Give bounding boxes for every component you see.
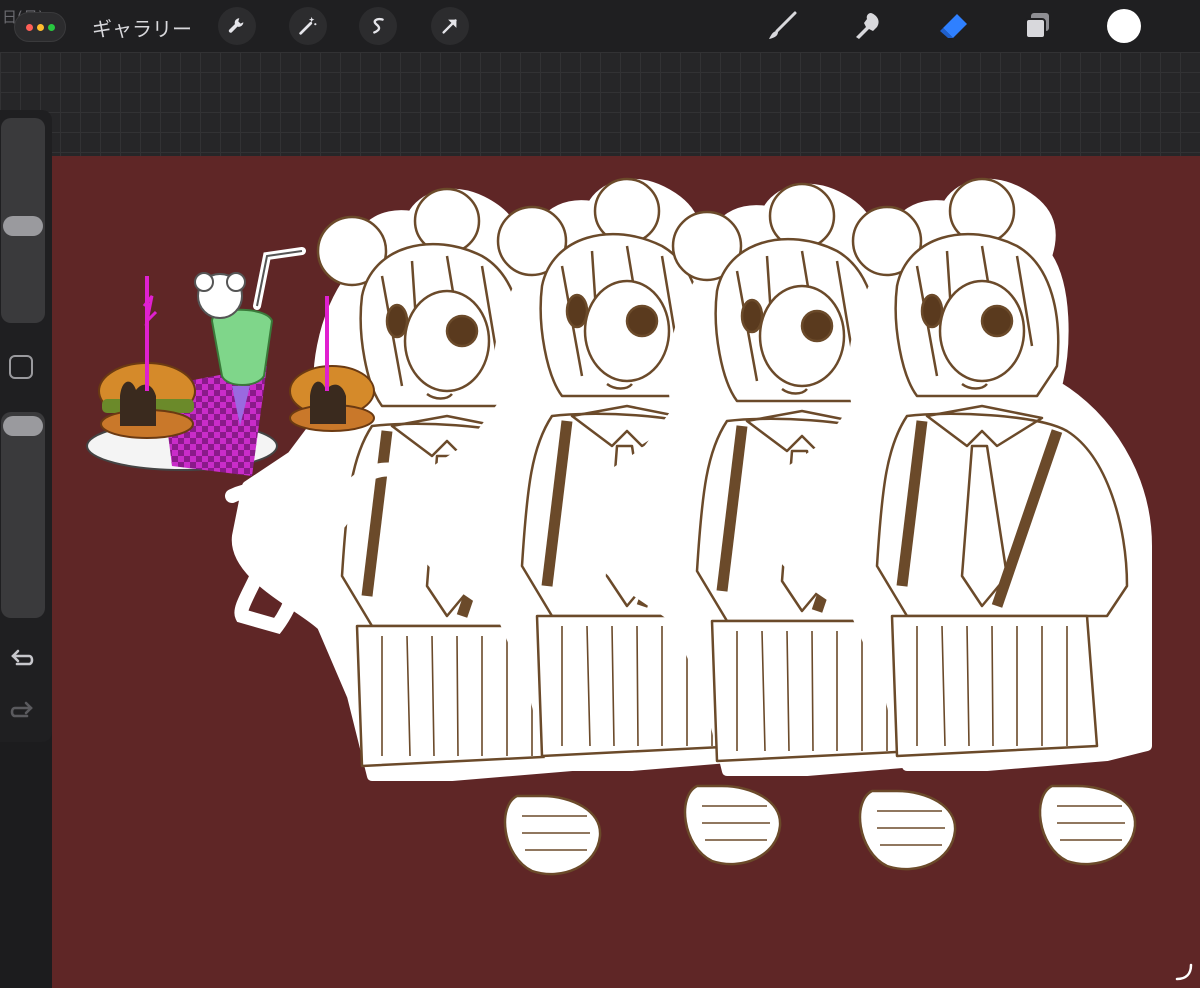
- dot: [47, 23, 55, 31]
- redo-icon: [9, 700, 35, 722]
- eraser-icon: [937, 9, 971, 43]
- selection-icon: [367, 15, 389, 37]
- opacity-slider[interactable]: [1, 412, 45, 618]
- smudge-button[interactable]: [850, 8, 886, 44]
- brush-button[interactable]: [764, 8, 800, 44]
- move-arrow-icon: [439, 15, 461, 37]
- transform-button[interactable]: [431, 7, 469, 45]
- redo-button[interactable]: [8, 699, 36, 723]
- brush-size-thumb[interactable]: [3, 216, 43, 236]
- modify-button[interactable]: [9, 355, 33, 379]
- wrench-icon: [226, 15, 248, 37]
- brush-icon: [765, 9, 799, 43]
- workspace-background: [0, 52, 1200, 156]
- magic-wand-icon: [297, 15, 319, 37]
- dot: [36, 23, 44, 31]
- undo-icon: [9, 648, 35, 670]
- eraser-button[interactable]: [936, 8, 972, 44]
- more-options-button[interactable]: [14, 12, 66, 42]
- layers-icon: [1021, 9, 1055, 43]
- brush-size-slider[interactable]: [1, 118, 45, 323]
- layers-button[interactable]: [1020, 8, 1056, 44]
- color-picker-button[interactable]: [1107, 9, 1141, 43]
- corner-resize-icon[interactable]: [1174, 962, 1194, 982]
- left-sidebar: [0, 110, 52, 742]
- drawing-canvas[interactable]: [52, 156, 1200, 988]
- selection-button[interactable]: [359, 7, 397, 45]
- gallery-button[interactable]: ギャラリー: [92, 13, 192, 42]
- top-toolbar: 日(月) ギャラリー: [0, 0, 1200, 52]
- smudge-icon: [851, 9, 885, 43]
- dot: [25, 23, 33, 31]
- opacity-thumb[interactable]: [3, 416, 43, 436]
- actions-button[interactable]: [218, 7, 256, 45]
- adjustments-button[interactable]: [289, 7, 327, 45]
- artwork: [86, 156, 1200, 876]
- undo-button[interactable]: [8, 647, 36, 671]
